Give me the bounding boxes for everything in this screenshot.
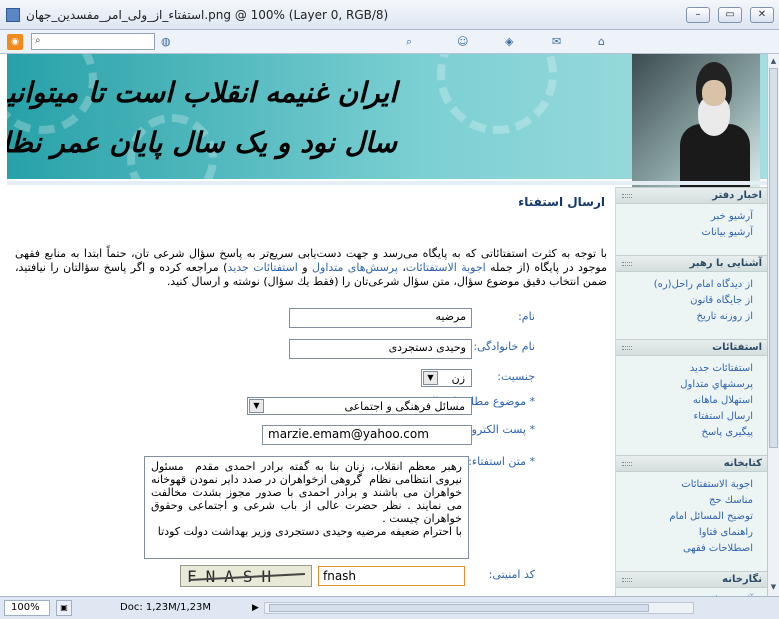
chevron-down-icon[interactable]: ▼ <box>249 399 264 413</box>
sidebar: اخبار دفتر آرشیو خبر آرشیو بیانات آشنایی با… <box>615 187 767 596</box>
page-content: ایران غنیمه انقلاب است تا میتوانید آن را… <box>0 54 767 596</box>
sidebar-item[interactable]: از دیدگاه امام راحل(ره) <box>654 279 753 290</box>
diamond-icon[interactable]: ◈ <box>505 35 513 48</box>
sidebar-item[interactable]: از روزنه تاریخ <box>697 311 754 322</box>
divider <box>7 181 767 185</box>
captcha-label: کد امنیتی: <box>488 568 535 581</box>
rss-icon[interactable]: ◉ <box>7 34 23 50</box>
sidebar-section-header: آشنایی با رهبر <box>616 255 767 272</box>
chevron-down-icon[interactable]: ▼ <box>423 371 438 385</box>
grip-icon <box>622 194 632 198</box>
document-icon <box>6 8 20 22</box>
close-button[interactable]: ✕ <box>750 7 774 23</box>
sidebar-item[interactable]: استهلال ماهانه <box>693 395 753 406</box>
intro-text: با توجه به کثرت استفتائاتی که به پایگاه … <box>15 247 607 288</box>
title-bar[interactable]: استفتاء_از_ولی_امر_مفسدین_جهان.png @ 100… <box>0 0 779 30</box>
name-input[interactable]: مرضیه <box>289 308 472 328</box>
search-input[interactable] <box>48 35 152 48</box>
sidebar-section-header: نگارخانه <box>616 571 767 588</box>
grip-icon <box>622 462 632 466</box>
zoom-icon[interactable]: ⌕ <box>406 35 412 49</box>
grip-icon <box>622 262 632 266</box>
window-title: استفتاء_از_ولی_امر_مفسدین_جهان.png @ 100… <box>26 8 389 22</box>
main-column: ارسال استفتاء با توجه به کثرت استفتائاتی… <box>7 187 615 596</box>
sidebar-item[interactable]: پيگيری پاسخ <box>701 427 753 438</box>
family-label: نام خانوادگی: <box>473 340 535 353</box>
vertical-scrollbar[interactable]: ▲ ▼ <box>767 54 779 596</box>
status-bar: 100% ▣ Doc: 1,23M/1,23M ▶ <box>0 596 779 619</box>
gender-label: جنسیت: <box>497 370 535 383</box>
gender-select[interactable]: زن ▼ <box>421 369 472 387</box>
gear-decoration <box>437 54 557 134</box>
scroll-thumb[interactable] <box>769 68 778 448</box>
photoshop-document-window: استفتاء_از_ولی_امر_مفسدین_جهان.png @ 100… <box>0 0 779 619</box>
sidebar-section-header: کتابخانه <box>616 455 767 472</box>
zoom-level[interactable]: 100% <box>4 600 50 616</box>
sidebar-section-header: استفتائات <box>616 339 767 356</box>
sidebar-item[interactable]: توضيح المسائل امام <box>669 511 753 522</box>
sidebar-item[interactable]: پرسشهاي متداول <box>680 379 753 390</box>
minimize-button[interactable]: – <box>686 7 710 23</box>
users-icon[interactable]: ☺ <box>457 35 468 48</box>
scroll-up-icon[interactable]: ▲ <box>769 56 778 66</box>
family-input[interactable]: وحیدی دستجردی <box>289 339 472 359</box>
banner-slogan-1: ایران غنیمه انقلاب است تا میتوانید آن را… <box>7 76 397 109</box>
link-faq[interactable]: پرسش‌های متداول <box>312 261 398 274</box>
grip-icon <box>622 346 632 350</box>
sidebar-section-header: اخبار دفتر <box>616 187 767 204</box>
name-label: نام: <box>518 310 535 323</box>
sidebar-item[interactable]: ارسال استفتاء <box>694 411 753 422</box>
restore-button[interactable]: ▭ <box>718 7 742 23</box>
subject-select[interactable]: مسائل فرهنگی و اجتماعی ▼ <box>247 397 472 415</box>
search-icon[interactable]: ⌕ <box>35 35 41 46</box>
link-new-istiftaat[interactable]: استفتائات جدید <box>227 261 297 274</box>
message-label: * متن استفتاء: <box>468 455 535 468</box>
captcha-input[interactable]: fnash <box>318 566 465 586</box>
search-box[interactable]: ⌕ <box>31 33 155 50</box>
sidebar-item[interactable]: آرشیو بیانات <box>702 227 753 238</box>
sidebar-item[interactable]: مناسك حج <box>709 495 753 506</box>
scroll-down-icon[interactable]: ▼ <box>769 582 778 592</box>
link-istiftaat-answers[interactable]: اجوبة الاستفتائات <box>406 261 486 274</box>
sidebar-item[interactable]: اصطلاحات فقهی <box>683 543 753 554</box>
sidebar-item[interactable]: اجوبة الاستفتائات <box>681 479 753 490</box>
page-title: ارسال استفتاء <box>518 195 605 209</box>
sidebar-item[interactable]: از جایگاه قانون <box>690 295 753 306</box>
zoom-menu-icon[interactable]: ▣ <box>56 600 72 616</box>
mail-icon[interactable]: ✉ <box>552 35 561 48</box>
grip-icon <box>622 578 632 582</box>
portrait-image <box>632 54 760 189</box>
sidebar-item[interactable]: آرشیو خبر <box>711 211 753 222</box>
message-textarea[interactable]: رهبر معظم انقلاب، زنان بنا به گفته برادر… <box>144 456 469 559</box>
doc-size: Doc: 1,23M/1,23M <box>120 602 212 613</box>
sidebar-item[interactable]: استفتائات جدید <box>690 363 753 374</box>
sidebar-item[interactable]: راهنمای فتاوا <box>699 527 753 538</box>
horizontal-scrollbar[interactable] <box>264 602 694 614</box>
globe-icon[interactable]: ◍ <box>161 35 171 48</box>
email-input[interactable]: marzie.emam@yahoo.com <box>262 425 472 445</box>
home-icon[interactable]: ⌂ <box>598 35 605 48</box>
banner-slogan-2: سال نود و یک سال پایان عمر نظام است <box>7 126 397 159</box>
site-toolbar: ◉ ⌕ ◍ ⌕ ☺ ◈ ✉ ⌂ <box>0 30 779 54</box>
captcha-image: FNASH <box>180 565 312 587</box>
scroll-thumb[interactable] <box>269 604 649 612</box>
status-menu-icon[interactable]: ▶ <box>252 600 262 616</box>
